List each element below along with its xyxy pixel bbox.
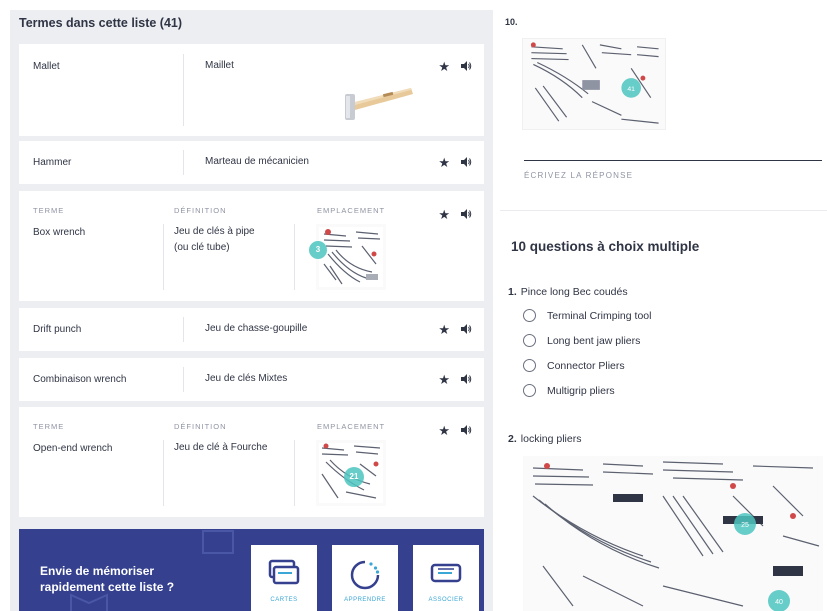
option-label: Terminal Crimping tool — [547, 309, 652, 322]
term-text: Combinaison wrench — [33, 374, 127, 385]
location-badge: 3 — [309, 241, 327, 259]
match-icon — [430, 563, 462, 583]
location-header: EMPLACEMENT — [317, 422, 386, 431]
hammer-image — [345, 88, 413, 120]
learn-label: APPRENDRE — [344, 597, 386, 603]
term-text: Mallet — [33, 61, 60, 72]
question-text: locking pliers — [520, 433, 582, 445]
term-header: TERME — [33, 206, 65, 215]
definition-header: DÉFINITION — [174, 422, 227, 431]
decor-shape — [202, 530, 234, 554]
star-icon[interactable]: ★ — [438, 60, 450, 73]
answer-option[interactable]: Terminal Crimping tool — [523, 309, 651, 322]
definition-text: Jeu de chasse-goupille — [205, 323, 308, 334]
term-text: Open-end wrench — [33, 443, 113, 454]
multiple-choice-title: 10 questions à choix multiple — [511, 239, 700, 254]
question-prompt: 2. locking pliers — [508, 433, 581, 445]
term-card: Mallet Maillet ★ — [19, 44, 484, 136]
speaker-icon[interactable] — [460, 323, 472, 335]
question-prompt: 1. Pince long Bec coudés — [508, 286, 628, 298]
divider — [183, 367, 184, 392]
definition-line: Jeu de clés à pipe — [174, 226, 255, 237]
location-badge: 21 — [344, 467, 364, 487]
star-icon[interactable]: ★ — [438, 208, 450, 221]
option-label: Long bent jaw pliers — [547, 334, 641, 347]
terms-panel: Termes dans cette liste (41) Mallet Mail… — [10, 10, 493, 611]
term-card: TERME DÉFINITION EMPLACEMENT Open-end wr… — [19, 407, 484, 517]
definition-text: Jeu de clés à pipe (ou clé tube) — [174, 224, 255, 256]
terms-list-title: Termes dans cette liste (41) — [19, 16, 183, 30]
match-button[interactable]: ASSOCIER — [413, 545, 479, 611]
location-header: EMPLACEMENT — [317, 206, 386, 215]
study-promo-banner: Envie de mémoriser rapidement cette list… — [19, 529, 484, 611]
divider — [294, 440, 295, 506]
question-number: 10. — [505, 17, 518, 27]
term-text: Drift punch — [33, 324, 82, 335]
cards-label: CARTES — [270, 597, 298, 603]
definition-text: Maillet — [205, 60, 234, 71]
term-card: Drift punch Jeu de chasse-goupille ★ — [19, 308, 484, 351]
answer-option[interactable]: Multigrip pliers — [523, 384, 615, 397]
speaker-icon[interactable] — [460, 424, 472, 436]
term-header: TERME — [33, 422, 65, 431]
image-badge: 41 — [627, 86, 635, 93]
match-label: ASSOCIER — [428, 597, 464, 603]
question-text: Pince long Bec coudés — [520, 286, 628, 298]
star-icon[interactable]: ★ — [438, 373, 450, 386]
term-card: Hammer Marteau de mécanicien ★ — [19, 141, 484, 184]
question-image: 41 — [522, 38, 666, 130]
speaker-icon[interactable] — [460, 373, 472, 385]
tool-location-image — [316, 224, 386, 290]
radio-button[interactable] — [523, 334, 536, 347]
speaker-icon[interactable] — [460, 60, 472, 72]
answer-option[interactable]: Connector Pliers — [523, 359, 625, 372]
definition-text: Jeu de clés Mixtes — [205, 373, 288, 384]
star-icon[interactable]: ★ — [438, 156, 450, 169]
term-card: Combinaison wrench Jeu de clés Mixtes ★ — [19, 358, 484, 401]
star-icon[interactable]: ★ — [438, 323, 450, 336]
divider — [183, 150, 184, 175]
radio-button[interactable] — [523, 359, 536, 372]
divider — [183, 54, 184, 126]
definition-header: DÉFINITION — [174, 206, 227, 215]
speaker-icon[interactable] — [460, 156, 472, 168]
term-card: TERME DÉFINITION EMPLACEMENT Box wrench … — [19, 191, 484, 301]
definition-line: (ou clé tube) — [174, 242, 230, 253]
answer-option[interactable]: Long bent jaw pliers — [523, 334, 640, 347]
cards-button[interactable]: CARTES — [251, 545, 317, 611]
learn-button[interactable]: APPRENDRE — [332, 545, 398, 611]
question-number: 2. — [508, 433, 517, 445]
cards-icon — [268, 559, 300, 585]
divider — [163, 440, 164, 506]
promo-text: Envie de mémoriser rapidement cette list… — [40, 564, 175, 594]
radio-button[interactable] — [523, 384, 536, 397]
definition-text: Marteau de mécanicien — [205, 156, 309, 167]
term-text: Hammer — [33, 157, 72, 168]
option-label: Multigrip pliers — [547, 384, 615, 397]
speaker-icon[interactable] — [460, 208, 472, 220]
image-badge: 40 — [775, 599, 783, 606]
radio-button[interactable] — [523, 309, 536, 322]
answer-input[interactable] — [524, 160, 822, 161]
section-divider — [500, 210, 827, 211]
option-label: Connector Pliers — [547, 359, 625, 372]
image-badge: 25 — [741, 522, 749, 529]
definition-text: Jeu de clé à Fourche — [174, 442, 268, 453]
term-text: Box wrench — [33, 227, 86, 238]
star-icon[interactable]: ★ — [438, 424, 450, 437]
divider — [183, 317, 184, 342]
question-image: 25 40 — [523, 456, 823, 611]
divider — [163, 224, 164, 290]
divider — [294, 224, 295, 290]
learn-icon — [350, 560, 380, 590]
question-number: 1. — [508, 286, 517, 298]
answer-placeholder[interactable]: ÉCRIVEZ LA RÉPONSE — [524, 171, 633, 180]
